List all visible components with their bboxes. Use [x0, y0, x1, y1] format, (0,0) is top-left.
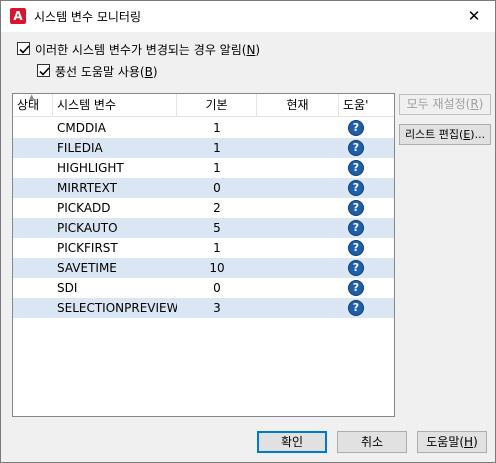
title-bar: A 시스템 변수 모니터링 ✕: [1, 1, 495, 32]
table-row[interactable]: FILEDIA 1 ?: [13, 138, 394, 158]
help-question-icon[interactable]: ?: [348, 260, 364, 276]
default-value: 1: [177, 118, 257, 138]
help-cell: ?: [339, 298, 375, 318]
variable-name: PICKADD: [57, 201, 111, 215]
system-variable-list[interactable]: ▲ 상태 시스템 변수 기본 현재 도움' CMDDIA 1 ? FILEDIA…: [12, 93, 395, 417]
help-cell: ?: [339, 278, 375, 298]
help-cell: ?: [339, 178, 375, 198]
help-cell: ?: [339, 118, 375, 138]
variable-name: HIGHLIGHT: [57, 161, 124, 175]
help-cell: ?: [339, 198, 375, 218]
table-row[interactable]: MIRRTEXT 0 ?: [13, 178, 394, 198]
cancel-button[interactable]: 취소: [337, 431, 407, 453]
window-title: 시스템 변수 모니터링: [34, 10, 141, 24]
default-value: 1: [213, 141, 221, 155]
help-question-icon[interactable]: ?: [348, 180, 364, 196]
sort-ascending-icon: ▲: [29, 94, 35, 101]
ok-button[interactable]: 확인: [257, 431, 327, 453]
checkbox-checked-icon[interactable]: [37, 64, 50, 77]
close-button[interactable]: ✕: [453, 1, 495, 32]
default-value: 0: [213, 181, 221, 195]
balloon-help-label: 풍선 도움말 사용(B): [55, 65, 158, 79]
help-question-icon[interactable]: ?: [348, 160, 364, 176]
column-header-variable[interactable]: 시스템 변수: [53, 94, 177, 117]
column-header-status[interactable]: ▲ 상태: [13, 94, 53, 117]
variable-name: MIRRTEXT: [57, 181, 117, 195]
current-value: [257, 158, 339, 178]
default-value: 5: [213, 221, 221, 235]
help-cell: ?: [339, 258, 375, 278]
table-row[interactable]: HIGHLIGHT 1 ?: [13, 158, 394, 178]
current-value: [257, 198, 339, 218]
current-value: [257, 298, 339, 318]
help-button[interactable]: 도움말(H): [417, 431, 487, 453]
help-question-icon[interactable]: ?: [348, 220, 364, 236]
help-question-icon[interactable]: ?: [348, 280, 364, 296]
edit-list-button[interactable]: 리스트 편집(E)...: [399, 124, 491, 145]
help-cell: ?: [339, 218, 375, 238]
help-cell: ?: [339, 238, 375, 258]
default-value: 0: [177, 278, 257, 298]
variable-name: FILEDIA: [57, 141, 103, 155]
variable-name: SDI: [57, 281, 78, 295]
current-value: [257, 258, 339, 278]
default-value: 1: [177, 238, 257, 258]
reset-all-button[interactable]: 모두 재설정(R): [399, 94, 491, 115]
column-header-current[interactable]: 현재: [257, 94, 339, 117]
help-question-icon[interactable]: ?: [348, 240, 364, 256]
help-question-icon[interactable]: ?: [348, 140, 364, 156]
table-row[interactable]: PICKADD 2 ?: [13, 198, 394, 218]
autocad-app-icon: A: [10, 8, 26, 24]
table-row[interactable]: PICKFIRST 1 ?: [13, 238, 394, 258]
help-question-icon[interactable]: ?: [348, 120, 364, 136]
table-row[interactable]: CMDDIA 1 ?: [13, 118, 394, 138]
notify-on-change-label: 이러한 시스템 변수가 변경되는 경우 알림(N): [35, 43, 261, 57]
system-variable-monitor-dialog: A 시스템 변수 모니터링 ✕ 이러한 시스템 변수가 변경되는 경우 알림(N…: [0, 0, 496, 463]
table-row[interactable]: SAVETIME 10 ?: [13, 258, 394, 278]
column-header-default[interactable]: 기본: [177, 94, 257, 117]
variable-name: CMDDIA: [57, 121, 106, 135]
current-value: [257, 178, 339, 198]
help-question-icon[interactable]: ?: [348, 200, 364, 216]
default-value: 3: [213, 301, 221, 315]
balloon-help-checkbox[interactable]: 풍선 도움말 사용(B): [37, 63, 237, 79]
variable-name: PICKFIRST: [57, 241, 118, 255]
variable-name: SELECTIONPREVIEW: [57, 301, 177, 315]
current-value: [257, 218, 339, 238]
help-cell: ?: [339, 138, 375, 158]
variable-name: SAVETIME: [57, 261, 117, 275]
column-header-help[interactable]: 도움': [339, 94, 375, 117]
help-question-icon[interactable]: ?: [348, 300, 364, 316]
variable-name: PICKAUTO: [57, 221, 118, 235]
table-row[interactable]: PICKAUTO 5 ?: [13, 218, 394, 238]
default-value: 2: [177, 198, 257, 218]
current-value: [257, 238, 339, 258]
table-row[interactable]: SDI 0 ?: [13, 278, 394, 298]
checkbox-checked-icon[interactable]: [17, 42, 30, 55]
list-header: ▲ 상태 시스템 변수 기본 현재 도움': [13, 94, 394, 117]
current-value: [257, 138, 339, 158]
help-cell: ?: [339, 158, 375, 178]
current-value: [257, 118, 339, 138]
table-row[interactable]: SELECTIONPREVIEW 3 ?: [13, 298, 394, 318]
current-value: [257, 278, 339, 298]
default-value: 10: [209, 261, 225, 275]
default-value: 1: [177, 158, 257, 178]
notify-on-change-checkbox[interactable]: 이러한 시스템 변수가 변경되는 경우 알림(N): [17, 41, 317, 57]
